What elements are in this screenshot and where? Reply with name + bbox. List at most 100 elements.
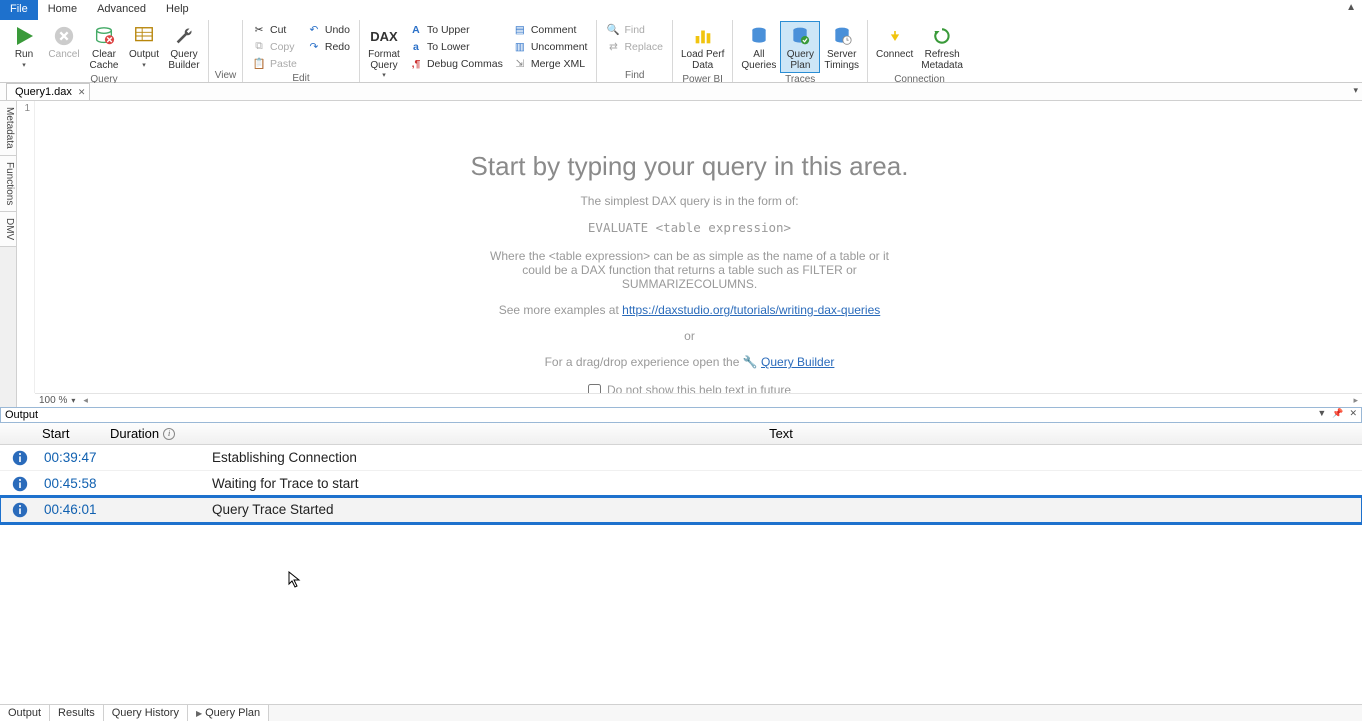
ribbon-group-format: DAX Format Query ▾ ATo Upper aTo Lower ,… bbox=[360, 20, 597, 82]
uncomment-icon: ▥ bbox=[513, 40, 527, 54]
copy-button[interactable]: ⧉Copy bbox=[249, 38, 300, 55]
bottom-tab-results[interactable]: Results bbox=[50, 705, 104, 721]
close-icon[interactable]: ✕ bbox=[78, 87, 86, 98]
refresh-metadata-button[interactable]: Refresh Metadata bbox=[917, 21, 967, 73]
cut-button[interactable]: ✂Cut bbox=[249, 21, 300, 38]
load-perf-button[interactable]: Load Perf Data bbox=[677, 21, 728, 73]
output-title-text: Output bbox=[5, 409, 38, 421]
menu-file[interactable]: File bbox=[0, 0, 38, 20]
cut-icon: ✂ bbox=[252, 23, 266, 37]
ribbon-group-view: View bbox=[209, 20, 243, 82]
grid-header: Start Durationi Text bbox=[0, 423, 1362, 445]
bottom-tab-plan[interactable]: ▶Query Plan bbox=[188, 705, 269, 721]
ribbon-group-powerbi: Load Perf Data Power BI bbox=[673, 20, 733, 82]
find-button[interactable]: 🔍Find bbox=[603, 21, 666, 38]
row-text: Waiting for Trace to start bbox=[200, 476, 1362, 491]
paste-button[interactable]: 📋Paste bbox=[249, 55, 300, 72]
info-icon[interactable]: i bbox=[163, 428, 175, 440]
query-builder-button[interactable]: Query Builder bbox=[164, 21, 204, 73]
server-timings-button[interactable]: Server Timings bbox=[820, 21, 863, 73]
wrench-icon: 🔧 bbox=[743, 355, 758, 369]
side-tab-dmv[interactable]: DMV bbox=[0, 212, 16, 247]
menu-home[interactable]: Home bbox=[38, 0, 87, 20]
output-button[interactable]: Output ▾ bbox=[124, 21, 164, 71]
query-plan-button[interactable]: Query Plan bbox=[780, 21, 820, 73]
undo-button[interactable]: ↶Undo bbox=[304, 21, 353, 38]
merge-icon: ⇲ bbox=[513, 57, 527, 71]
info-icon bbox=[0, 450, 40, 466]
copy-icon: ⧉ bbox=[252, 40, 266, 54]
col-header-duration[interactable]: Durationi bbox=[110, 426, 200, 441]
load-perf-label: Load Perf Data bbox=[681, 50, 724, 71]
ribbon-collapse-icon[interactable]: ▲ bbox=[1346, 2, 1356, 13]
plug-icon bbox=[881, 23, 909, 49]
editor-placeholder: Start by typing your query in this area.… bbox=[17, 151, 1362, 397]
placeholder-sub2: Where the <table expression> can be as s… bbox=[490, 249, 890, 291]
doctabs-dropdown-icon[interactable]: ▾ bbox=[1353, 85, 1358, 96]
paste-icon: 📋 bbox=[252, 57, 266, 71]
query-builder-link[interactable]: Query Builder bbox=[761, 355, 834, 369]
work-area: Metadata Functions DMV 1 Start by typing… bbox=[0, 101, 1362, 407]
run-label: Run bbox=[15, 50, 33, 61]
format-query-label: Format Query bbox=[368, 50, 400, 71]
output-icon bbox=[130, 23, 158, 49]
cancel-button[interactable]: Cancel bbox=[44, 21, 84, 63]
ribbon-group-find: 🔍Find ⇄Replace Find bbox=[597, 20, 673, 82]
bottom-tab-history[interactable]: Query History bbox=[104, 705, 188, 721]
merge-xml-button[interactable]: ⇲Merge XML bbox=[510, 55, 591, 72]
dropdown-icon: ▾ bbox=[142, 61, 146, 69]
row-start: 00:39:47 bbox=[40, 450, 110, 465]
close-icon[interactable]: ✕ bbox=[1347, 408, 1359, 419]
connect-label: Connect bbox=[876, 50, 913, 61]
undo-icon: ↶ bbox=[307, 23, 321, 37]
dax-icon: DAX bbox=[370, 23, 398, 49]
group-label-find: Find bbox=[601, 69, 668, 82]
ribbon-group-query: Run ▾ Cancel Clear Cache Output ▾ Query … bbox=[0, 20, 209, 82]
scroll-left-icon[interactable]: ◂ bbox=[83, 395, 88, 406]
comment-icon: ▤ bbox=[513, 23, 527, 37]
row-text: Query Trace Started bbox=[200, 502, 1362, 517]
format-query-button[interactable]: DAX Format Query ▾ bbox=[364, 21, 404, 81]
ribbon-group-edit: ✂Cut ⧉Copy 📋Paste ↶Undo ↷Redo Edit bbox=[243, 20, 360, 82]
menu-bar: File Home Advanced Help ▲ bbox=[0, 0, 1362, 20]
zoom-dropdown-icon[interactable]: ▾ bbox=[71, 396, 75, 405]
clear-cache-icon bbox=[90, 23, 118, 49]
col-header-text[interactable]: Text bbox=[200, 426, 1362, 441]
panel-dropdown-icon[interactable]: ▼ bbox=[1315, 408, 1328, 419]
zoom-level[interactable]: 100 % bbox=[39, 395, 67, 406]
refresh-label: Refresh Metadata bbox=[921, 50, 963, 71]
scroll-right-icon[interactable]: ▸ bbox=[1353, 395, 1358, 406]
to-lower-button[interactable]: aTo Lower bbox=[406, 38, 506, 55]
ribbon-group-traces: All Queries Query Plan Server Timings Tr… bbox=[733, 20, 868, 82]
run-button[interactable]: Run ▾ bbox=[4, 21, 44, 71]
side-tab-metadata[interactable]: Metadata bbox=[0, 101, 16, 156]
redo-icon: ↷ bbox=[307, 40, 321, 54]
menu-advanced[interactable]: Advanced bbox=[87, 0, 156, 20]
connect-button[interactable]: Connect bbox=[872, 21, 917, 63]
bottom-tab-output[interactable]: Output bbox=[0, 705, 50, 721]
play-icon: ▶ bbox=[196, 709, 202, 718]
output-row[interactable]: 00:45:58 Waiting for Trace to start bbox=[0, 471, 1362, 497]
output-row[interactable]: 00:46:01 Query Trace Started bbox=[0, 497, 1362, 523]
clear-cache-button[interactable]: Clear Cache bbox=[84, 21, 124, 73]
col-header-start[interactable]: Start bbox=[40, 426, 110, 441]
menu-help[interactable]: Help bbox=[156, 0, 199, 20]
document-tab-bar: Query1.dax ✕ ▾ bbox=[0, 83, 1362, 101]
tutorial-link[interactable]: https://daxstudio.org/tutorials/writing-… bbox=[622, 303, 880, 317]
debug-commas-button[interactable]: ,¶Debug Commas bbox=[406, 55, 506, 72]
placeholder-or: or bbox=[17, 329, 1362, 343]
side-panel-tabs: Metadata Functions DMV bbox=[0, 101, 17, 407]
editor[interactable]: 1 Start by typing your query in this are… bbox=[17, 101, 1362, 407]
side-tab-functions[interactable]: Functions bbox=[0, 156, 16, 212]
document-tab[interactable]: Query1.dax ✕ bbox=[6, 83, 90, 100]
uncomment-button[interactable]: ▥Uncomment bbox=[510, 38, 591, 55]
output-row[interactable]: 00:39:47 Establishing Connection bbox=[0, 445, 1362, 471]
info-icon bbox=[0, 476, 40, 492]
pin-icon[interactable]: 📌 bbox=[1330, 408, 1345, 419]
to-upper-button[interactable]: ATo Upper bbox=[406, 21, 506, 38]
comment-button[interactable]: ▤Comment bbox=[510, 21, 591, 38]
redo-button[interactable]: ↷Redo bbox=[304, 38, 353, 55]
all-queries-button[interactable]: All Queries bbox=[737, 21, 780, 73]
query-builder-label: Query Builder bbox=[168, 50, 199, 71]
replace-button[interactable]: ⇄Replace bbox=[603, 38, 666, 55]
